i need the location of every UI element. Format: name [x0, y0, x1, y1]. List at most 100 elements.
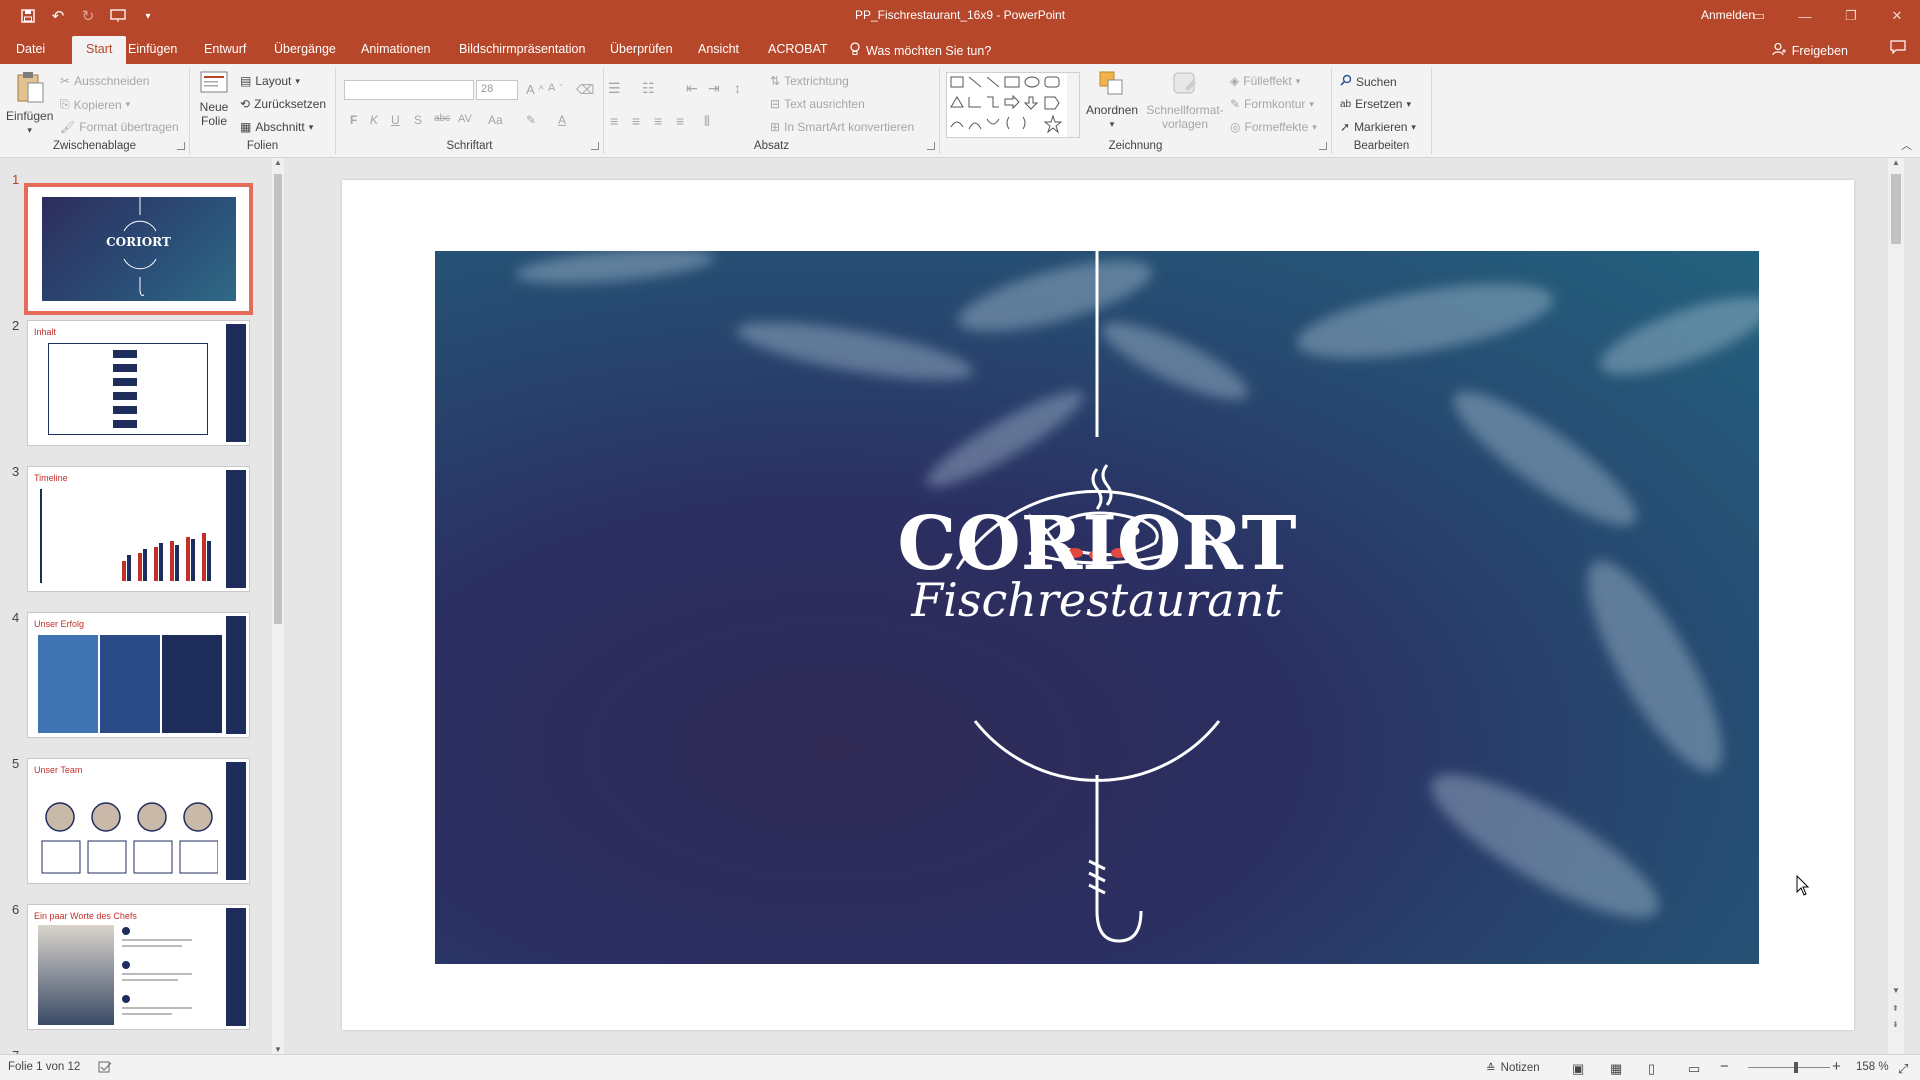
- editor-scrollbar[interactable]: ▲ ▼ ⇞ ⇟: [1888, 158, 1904, 1054]
- replace-button[interactable]: ab Ersetzen ▾: [1340, 97, 1411, 111]
- scroll-up-icon[interactable]: ▲: [1892, 158, 1900, 167]
- decrease-indent-icon[interactable]: ⇤: [686, 80, 698, 97]
- paste-button[interactable]: Einfügen ▾: [6, 70, 53, 136]
- italic-button[interactable]: K: [370, 113, 378, 127]
- char-spacing-button[interactable]: AV: [458, 113, 472, 125]
- group-label-paragraph: Absatz: [753, 140, 790, 152]
- normal-view-icon[interactable]: ▣: [1572, 1061, 1584, 1077]
- smartart-button[interactable]: ⊞ In SmartArt konvertieren: [770, 120, 914, 134]
- strikethrough-button[interactable]: abc: [434, 113, 450, 124]
- shrink-font-icon[interactable]: Aˇ: [548, 82, 562, 94]
- line-spacing-icon[interactable]: ↕: [734, 80, 741, 96]
- zoom-slider-knob[interactable]: [1793, 1062, 1798, 1073]
- dialog-launcher-icon[interactable]: [1319, 142, 1327, 150]
- scroll-down-icon[interactable]: ▼: [274, 1045, 282, 1054]
- zoom-slider-track[interactable]: [1748, 1067, 1830, 1068]
- tab-acrobat[interactable]: ACROBAT: [754, 36, 842, 64]
- ribbon-display-icon[interactable]: ▭: [1736, 0, 1782, 32]
- scroll-up-icon[interactable]: ▲: [274, 158, 282, 167]
- tab-entwurf[interactable]: Entwurf: [190, 36, 260, 64]
- fit-to-window-icon[interactable]: ⤢: [1898, 1061, 1908, 1077]
- font-size-combobox[interactable]: 28: [476, 80, 518, 100]
- minimize-icon[interactable]: —: [1782, 0, 1828, 32]
- section-button[interactable]: ▦ Abschnitt ▾: [240, 120, 313, 134]
- align-center-icon[interactable]: ≡: [632, 113, 640, 129]
- tab-ansicht[interactable]: Ansicht: [684, 36, 753, 64]
- restore-icon[interactable]: ❐: [1828, 0, 1874, 32]
- grow-font-icon[interactable]: A ^: [526, 82, 544, 97]
- collapse-ribbon-icon[interactable]: ︿: [1901, 137, 1912, 153]
- comments-icon[interactable]: [1890, 40, 1906, 59]
- bold-button[interactable]: F: [350, 113, 357, 127]
- reset-button[interactable]: ⟲ Zurücksetzen: [240, 97, 326, 111]
- thumbnail-slide-6[interactable]: Ein paar Worte des Chefs: [27, 904, 250, 1030]
- tab-uebergaenge[interactable]: Übergänge: [260, 36, 350, 64]
- thumbnail-slide-2[interactable]: Inhalt: [27, 320, 250, 446]
- font-color-button[interactable]: A: [558, 113, 566, 127]
- next-slide-icon[interactable]: ⇟: [1892, 1020, 1899, 1029]
- thumbnail-slide-5[interactable]: Unser Team: [27, 758, 250, 884]
- close-icon[interactable]: ✕: [1874, 0, 1920, 32]
- copy-label: Kopieren: [73, 97, 122, 112]
- justify-icon[interactable]: ≡: [676, 113, 684, 129]
- tell-me-box[interactable]: Was möchten Sie tun?: [850, 42, 991, 59]
- thumbnail-slide-1[interactable]: CORIORT: [24, 183, 253, 315]
- slideshow-icon[interactable]: ▭: [1688, 1061, 1700, 1077]
- dialog-launcher-icon[interactable]: [591, 142, 599, 150]
- shape-outline-button[interactable]: ✎ Formkontur ▾: [1230, 97, 1314, 111]
- layout-button[interactable]: ▤ Layout ▾: [240, 74, 300, 88]
- select-button[interactable]: ➚ Markieren ▾: [1340, 120, 1416, 134]
- change-case-button[interactable]: Aa: [488, 113, 503, 127]
- tab-animationen[interactable]: Animationen: [347, 36, 445, 64]
- cut-label: Ausschneiden: [74, 74, 150, 88]
- scroll-down-icon[interactable]: ▼: [1892, 986, 1900, 995]
- increase-indent-icon[interactable]: ⇥: [708, 80, 720, 97]
- thumbnail-scroll-thumb[interactable]: [274, 174, 282, 624]
- dialog-launcher-icon[interactable]: [177, 142, 185, 150]
- thumbnail-slide-4[interactable]: Unser Erfolg: [27, 612, 250, 738]
- shapes-gallery[interactable]: [946, 72, 1080, 138]
- bullets-icon[interactable]: ☰: [608, 80, 621, 97]
- tab-einfuegen[interactable]: Einfügen: [114, 36, 191, 64]
- highlight-icon[interactable]: ✎: [526, 113, 536, 127]
- quick-styles-button[interactable]: Schnellformat-vorlagen: [1144, 70, 1226, 131]
- font-name-combobox[interactable]: [344, 80, 474, 100]
- columns-icon[interactable]: ⫴: [704, 113, 710, 130]
- zoom-out-icon[interactable]: −: [1720, 1058, 1729, 1075]
- zoom-in-icon[interactable]: +: [1832, 1058, 1841, 1075]
- slide-subtitle[interactable]: Fischrestaurant: [910, 573, 1283, 627]
- background-photo[interactable]: CORIORT Fischrestaurant: [435, 251, 1759, 964]
- align-text-button[interactable]: ⊟ Text ausrichten: [770, 97, 865, 111]
- zoom-level[interactable]: 158 %: [1856, 1061, 1889, 1073]
- copy-button[interactable]: ⎘ Kopieren ▾: [60, 97, 130, 112]
- thumbnail-scrollbar[interactable]: ▲ ▼: [272, 158, 284, 1054]
- align-left-icon[interactable]: ≡: [610, 113, 618, 129]
- find-button[interactable]: Suchen: [1340, 74, 1397, 89]
- dialog-launcher-icon[interactable]: [927, 142, 935, 150]
- align-right-icon[interactable]: ≡: [654, 113, 662, 129]
- tab-datei[interactable]: Datei: [2, 36, 59, 64]
- editor-scroll-thumb[interactable]: [1891, 174, 1901, 244]
- spell-check-icon[interactable]: [98, 1061, 112, 1073]
- shadow-button[interactable]: S: [414, 113, 422, 127]
- current-slide[interactable]: CORIORT Fischrestaurant: [342, 180, 1854, 1030]
- slide-sorter-icon[interactable]: ▦: [1610, 1061, 1622, 1077]
- shape-effects-button[interactable]: ◎ Formeffekte ▾: [1230, 120, 1317, 134]
- cut-button[interactable]: ✂ Ausschneiden: [60, 74, 149, 88]
- new-slide-button[interactable]: Neue Folie: [196, 70, 232, 128]
- notes-button[interactable]: ≙ Notizen: [1486, 1061, 1540, 1075]
- numbering-icon[interactable]: ☷: [642, 80, 655, 97]
- underline-button[interactable]: U: [391, 113, 400, 127]
- previous-slide-icon[interactable]: ⇞: [1892, 1004, 1899, 1013]
- tab-bildschirmpraesentation[interactable]: Bildschirmpräsentation: [445, 36, 599, 64]
- share-button[interactable]: Freigeben: [1772, 42, 1848, 59]
- reading-view-icon[interactable]: ▯: [1648, 1061, 1655, 1077]
- text-direction-button[interactable]: ⇅ Textrichtung: [770, 74, 849, 88]
- thumbnail-slide-3[interactable]: Timeline: [27, 466, 250, 592]
- clear-formatting-icon[interactable]: ⌫: [576, 82, 594, 98]
- reset-icon: ⟲: [240, 97, 251, 111]
- shape-fill-button[interactable]: ◈ Fülleffekt ▾: [1230, 74, 1300, 88]
- format-painter-button[interactable]: 🖌 Format übertragen: [60, 120, 179, 134]
- tab-ueberpruefen[interactable]: Überprüfen: [596, 36, 687, 64]
- arrange-button[interactable]: Anordnen ▾: [1086, 70, 1138, 130]
